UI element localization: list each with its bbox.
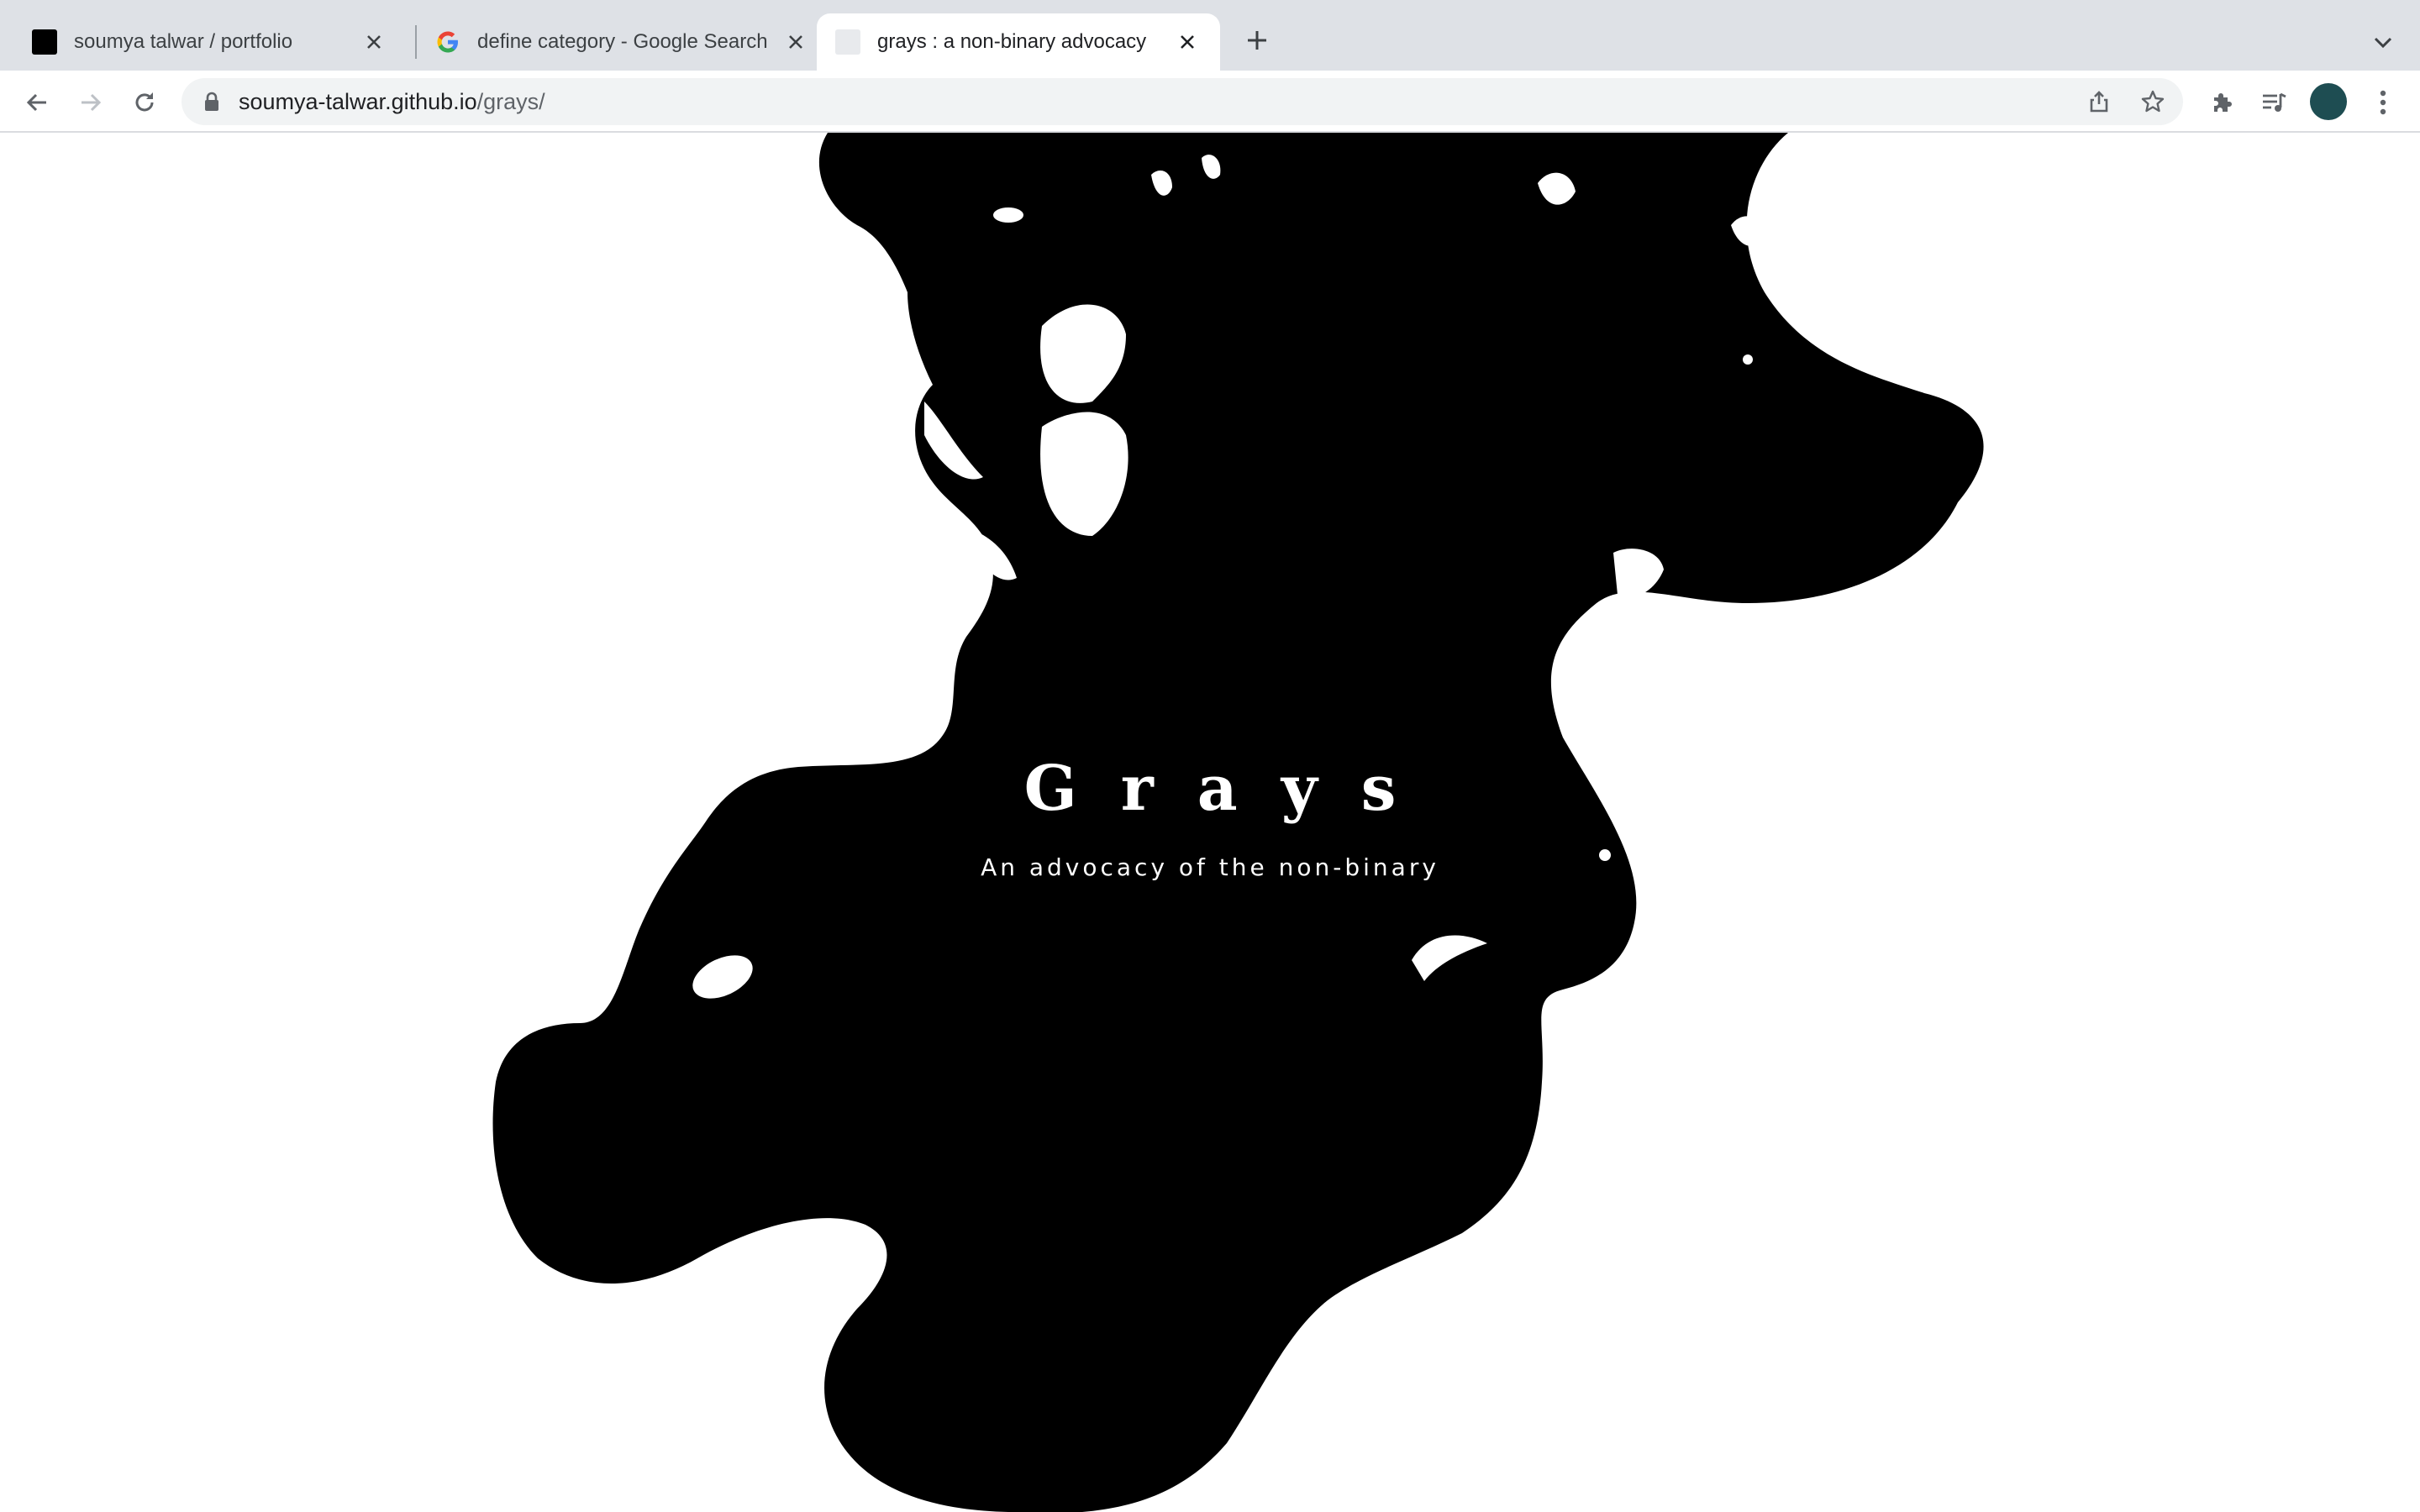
new-tab-button[interactable] <box>1242 25 1272 55</box>
blank-favicon-icon <box>835 29 860 55</box>
tab-grays[interactable]: grays : a non-binary advocacy <box>817 13 1220 71</box>
tab-strip: soumya talwar / portfolio define categor… <box>0 0 2420 71</box>
tab-google-search[interactable]: define category - Google Search <box>422 13 810 71</box>
tab-portfolio[interactable]: soumya talwar / portfolio <box>20 13 407 71</box>
reload-button[interactable] <box>128 86 161 119</box>
url-path: /grays/ <box>476 89 545 114</box>
back-button[interactable] <box>20 86 54 119</box>
tab-label: define category - Google Search <box>477 30 768 53</box>
browser-window: soumya talwar / portfolio define categor… <box>0 0 2420 1512</box>
close-tab-icon[interactable] <box>360 28 388 56</box>
profile-avatar[interactable] <box>2310 83 2347 120</box>
share-icon[interactable] <box>2084 87 2114 117</box>
tab-label: soumya talwar / portfolio <box>74 30 293 53</box>
url-host: soumya-talwar.github.io <box>239 89 477 114</box>
page-viewport: Grays An advocacy of the non-binary <box>0 133 2420 1512</box>
ink-hole <box>993 207 1023 223</box>
menu-kebab-icon[interactable] <box>2366 86 2400 119</box>
media-queue-icon[interactable] <box>2257 86 2291 119</box>
black-square-favicon-icon <box>32 29 57 55</box>
browser-toolbar: soumya-talwar.github.io/grays/ <box>0 71 2420 133</box>
bookmark-star-icon[interactable] <box>2138 87 2168 117</box>
tab-separator <box>415 25 417 59</box>
google-g-icon <box>435 29 460 55</box>
ink-hole <box>1743 354 1753 365</box>
page-subtitle: An advocacy of the non-binary <box>981 853 1439 881</box>
forward-button[interactable] <box>74 86 108 119</box>
tab-label: grays : a non-binary advocacy <box>877 30 1147 53</box>
url-text[interactable]: soumya-talwar.github.io/grays/ <box>239 89 545 115</box>
page-title: Grays <box>1023 753 1440 825</box>
close-tab-icon[interactable] <box>781 28 810 56</box>
extensions-puzzle-icon[interactable] <box>2205 86 2238 119</box>
lock-icon[interactable] <box>203 92 220 116</box>
address-bar[interactable]: soumya-talwar.github.io/grays/ <box>182 78 2183 125</box>
tab-search-chevron-icon[interactable] <box>2368 27 2398 57</box>
close-tab-icon[interactable] <box>1173 28 1202 56</box>
